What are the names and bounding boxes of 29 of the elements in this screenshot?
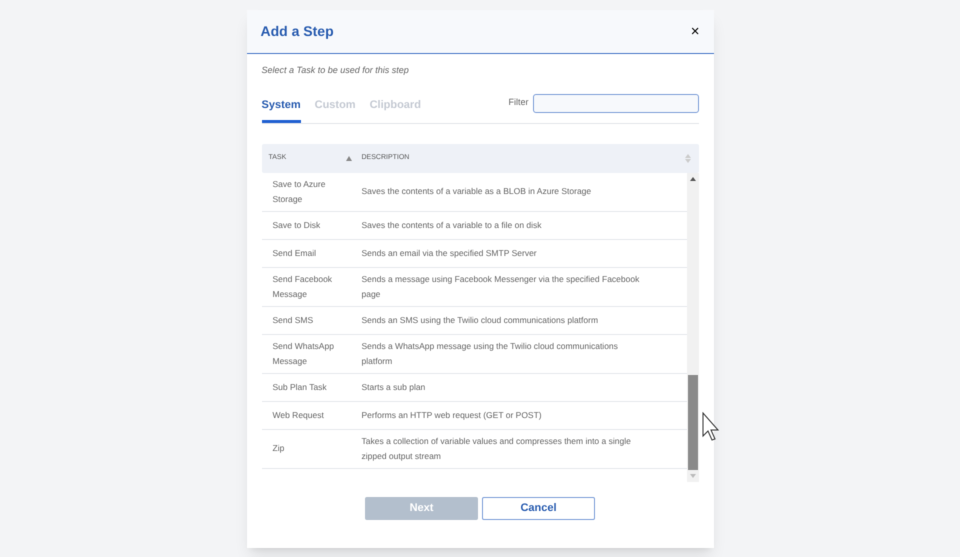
table-cell-text: Performs an HTTP web request (GET or POST) — [362, 408, 543, 422]
close-button[interactable]: × — [690, 24, 700, 39]
table-cell-text: Save to Disk — [272, 218, 322, 232]
cancel-button[interactable]: Cancel — [482, 496, 595, 520]
table-cell-text: Takes a collection of variable values and compresses them into a single zipped output stream — [362, 434, 632, 463]
tab[interactable]: System — [262, 97, 301, 122]
table-cell-text: Send SMS — [272, 314, 314, 326]
subtitle-text: Select a Task to be used for this step — [262, 64, 410, 77]
filter-field[interactable] — [532, 94, 698, 112]
table-cell-text: Saves the contents of a variable as a BLOB in Azure Storage — [362, 185, 592, 198]
scrollbar-thumb[interactable] — [688, 374, 698, 470]
table-cell-text: Save to Azure Storage — [272, 178, 326, 206]
table-cell-text: Saves the contents of a variable to a file on disk — [362, 218, 543, 232]
filter-label: Filter — [508, 96, 528, 108]
table-cell-text: Web Request — [272, 408, 325, 422]
table-cell-text: Sends an email via the specified SMTP Server — [362, 246, 538, 260]
scroll-down-icon[interactable] — [690, 474, 696, 478]
table-cell-text: Send WhatsApp Message — [272, 340, 335, 368]
scrollbar[interactable] — [686, 172, 698, 482]
table-cell-text: Sends a WhatsApp message using the Twilio cloud communications platform — [362, 340, 619, 368]
table-cell-text: Zip — [272, 442, 286, 455]
table-cell-text: Sends a message using Facebook Messenger via the specified Facebook page — [362, 272, 640, 301]
table-cell-text: Send Facebook Message — [272, 272, 334, 301]
table-cell-text: Sub Plan Task — [272, 380, 328, 394]
scroll-up-icon[interactable] — [690, 176, 696, 180]
table-cell-text: Send Email — [272, 246, 317, 260]
dialog-title: Add a Step — [260, 22, 334, 41]
table-cell-text: Starts a sub plan — [362, 380, 426, 394]
table-cell-text: Sends an SMS using the Twilio cloud communications platform — [362, 314, 600, 327]
